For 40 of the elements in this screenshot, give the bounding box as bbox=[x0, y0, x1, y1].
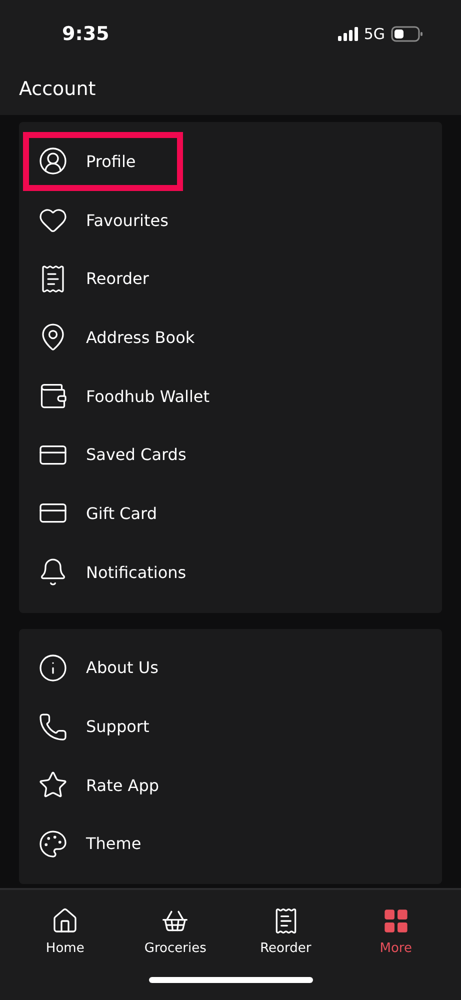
menu-item[interactable]: Saved Cards bbox=[19, 425, 442, 484]
menu-label: Support bbox=[86, 717, 150, 736]
menu-item[interactable]: Theme bbox=[19, 814, 442, 874]
info-icon bbox=[38, 652, 68, 683]
palette-icon bbox=[38, 828, 68, 859]
tab-item[interactable]: More bbox=[350, 906, 441, 957]
menu-item[interactable]: Address Book bbox=[19, 308, 442, 367]
menu-item[interactable]: Notifications bbox=[19, 542, 442, 602]
phone-icon bbox=[38, 712, 68, 742]
profile-icon bbox=[38, 146, 68, 176]
menu-label: Gift Card bbox=[86, 504, 157, 523]
menu-item[interactable]: About Us bbox=[19, 638, 442, 698]
menu-label: Notifications bbox=[86, 562, 186, 582]
menu-label: Favourites bbox=[86, 210, 168, 230]
menu-label: Rate App bbox=[86, 776, 160, 795]
grid-icon bbox=[382, 907, 410, 935]
menu-item[interactable]: Favourites bbox=[19, 190, 442, 250]
menu-label: Address Book bbox=[86, 328, 195, 347]
menu-item[interactable]: Rate App bbox=[19, 756, 442, 815]
tab-item[interactable]: Reorder bbox=[240, 906, 331, 957]
menu-item[interactable]: Support bbox=[19, 697, 442, 756]
menu-label: About Us bbox=[86, 658, 158, 678]
menu-label: Saved Cards bbox=[86, 445, 186, 464]
highlighted-menu-item[interactable]: Profile bbox=[23, 132, 183, 191]
status-time: 9:35 bbox=[62, 23, 110, 45]
menu-label: Foodhub Wallet bbox=[86, 386, 210, 406]
menu-item[interactable]: Gift Card bbox=[19, 484, 442, 543]
network-label: 5G bbox=[364, 25, 385, 43]
menu-label: Reorder bbox=[86, 269, 149, 288]
tab-item[interactable]: Groceries bbox=[130, 906, 220, 957]
bell-icon bbox=[38, 557, 68, 588]
tab-item[interactable]: Home bbox=[20, 906, 110, 957]
battery-icon bbox=[391, 26, 423, 42]
menu-label: Theme bbox=[86, 834, 142, 854]
signal-icon bbox=[338, 27, 358, 41]
menu-item[interactable]: Reorder bbox=[19, 249, 442, 308]
menu-label: Profile bbox=[86, 152, 136, 171]
menu-item[interactable]: Foodhub Wallet bbox=[19, 366, 442, 426]
page-title: Account bbox=[18, 77, 97, 102]
home-icon bbox=[51, 907, 80, 935]
